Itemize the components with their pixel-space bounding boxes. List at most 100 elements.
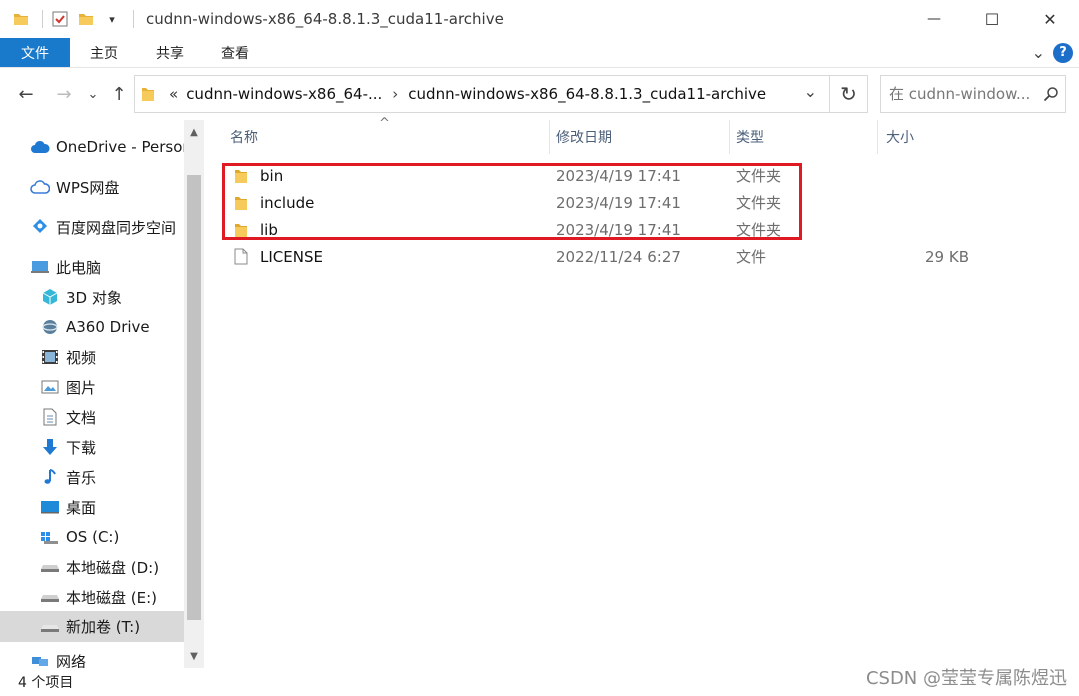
minimize-icon: — xyxy=(927,11,941,27)
breadcrumb: « cudnn-windows-x86_64-... › cudnn-windo… xyxy=(159,85,766,103)
back-button[interactable]: ← xyxy=(14,82,38,106)
folder-icon xyxy=(234,167,252,185)
folder-icon xyxy=(234,194,252,212)
close-button[interactable]: ✕ xyxy=(1021,0,1079,38)
desktop-icon xyxy=(40,497,60,517)
title-bar: ▾ cudnn-windows-x86_64-8.8.1.3_cuda11-ar… xyxy=(0,0,1079,38)
tab-home[interactable]: 主页 xyxy=(71,38,137,67)
customize-toolbar-icon[interactable]: ▾ xyxy=(101,8,123,30)
video-icon xyxy=(40,347,60,367)
file-date: 2023/4/19 17:41 xyxy=(556,220,681,239)
nav-item-onedrive[interactable]: OneDrive - Person xyxy=(0,132,192,162)
search-box[interactable] xyxy=(880,75,1066,113)
tab-share[interactable]: 共享 xyxy=(138,38,202,67)
column-header-type[interactable]: 类型 xyxy=(736,120,876,154)
nav-item-label: 百度网盘同步空间 xyxy=(56,218,177,237)
network-icon xyxy=(30,651,50,668)
file-name-cell: bin xyxy=(234,162,283,189)
nav-item-wps-cloud[interactable]: WPS网盘 xyxy=(0,172,184,202)
address-bar[interactable]: « cudnn-windows-x86_64-... › cudnn-windo… xyxy=(134,75,830,113)
breadcrumb-item-parent[interactable]: cudnn-windows-x86_64-... xyxy=(186,85,382,103)
ribbon-tabs: 文件 主页 共享 查看 ⌄ ? xyxy=(0,38,1079,68)
file-size: 29 KB xyxy=(925,247,969,266)
new-folder-icon[interactable] xyxy=(75,8,97,30)
nav-item-drive-t[interactable]: 新加卷 (T:) xyxy=(0,611,184,642)
nav-item-label: WPS网盘 xyxy=(56,178,120,197)
nav-item-label: 桌面 xyxy=(66,498,97,517)
column-header-date[interactable]: 修改日期 xyxy=(556,120,726,154)
file-size xyxy=(886,189,969,216)
scroll-up-button[interactable]: ▲ xyxy=(184,122,204,142)
navigation-scrollbar[interactable]: ▲ ▼ xyxy=(184,120,204,668)
nav-item-3d-objects[interactable]: 3D 对象 xyxy=(0,282,184,312)
item-count: 4 个项目 xyxy=(18,675,74,691)
nav-item-label: 此电脑 xyxy=(56,258,102,277)
window-controls: — ☐ ✕ xyxy=(905,0,1079,38)
up-arrow-icon: ↑ xyxy=(111,83,127,105)
column-divider[interactable] xyxy=(549,120,550,154)
nav-item-videos[interactable]: 视频 xyxy=(0,342,184,372)
up-button[interactable]: ↑ xyxy=(108,82,130,106)
nav-item-label: 音乐 xyxy=(66,468,97,487)
nav-item-a360-drive[interactable]: A360 Drive xyxy=(0,312,184,342)
file-type: 文件夹 xyxy=(736,167,782,185)
search-icon[interactable] xyxy=(1043,86,1059,102)
file-row[interactable]: LICENSE 2022/11/24 6:27 文件 29 KB xyxy=(226,243,986,270)
address-dropdown-button[interactable]: ⌄ xyxy=(804,82,817,101)
nav-item-this-pc[interactable]: 此电脑 xyxy=(0,252,184,282)
refresh-button[interactable]: ↻ xyxy=(830,75,868,113)
chevron-down-icon: ⌄ xyxy=(87,86,99,102)
toolbar-divider xyxy=(42,10,43,28)
refresh-icon: ↻ xyxy=(840,82,857,106)
breadcrumb-separator-icon[interactable]: › xyxy=(392,85,398,103)
nav-item-baidu-sync[interactable]: 百度网盘同步空间 xyxy=(0,212,184,242)
nav-item-drive-e[interactable]: 本地磁盘 (E:) xyxy=(0,582,184,612)
chevron-up-icon: ▲ xyxy=(190,126,198,138)
nav-item-network[interactable]: 网络 xyxy=(0,650,184,668)
scrollbar-thumb[interactable] xyxy=(187,175,201,620)
file-name: include xyxy=(260,193,315,212)
column-divider[interactable] xyxy=(729,120,730,154)
tab-view[interactable]: 查看 xyxy=(203,38,267,67)
recent-locations-button[interactable]: ⌄ xyxy=(84,82,102,106)
3d-objects-icon xyxy=(40,287,60,307)
nav-item-drive-c[interactable]: OS (C:) xyxy=(0,522,184,552)
column-divider[interactable] xyxy=(877,120,878,154)
file-row[interactable]: bin 2023/4/19 17:41 文件夹 xyxy=(226,162,986,189)
column-header-name[interactable]: 名称 xyxy=(230,120,550,154)
window-title: cudnn-windows-x86_64-8.8.1.3_cuda11-arch… xyxy=(146,10,504,28)
expand-ribbon-icon[interactable]: ⌄ xyxy=(1032,43,1045,62)
nav-item-documents[interactable]: 文档 xyxy=(0,402,184,432)
properties-icon[interactable] xyxy=(49,8,71,30)
file-row[interactable]: lib 2023/4/19 17:41 文件夹 xyxy=(226,216,986,243)
maximize-button[interactable]: ☐ xyxy=(963,0,1021,38)
nav-item-music[interactable]: 音乐 xyxy=(0,462,184,492)
file-row[interactable]: include 2023/4/19 17:41 文件夹 xyxy=(226,189,986,216)
wps-cloud-icon xyxy=(30,177,50,197)
column-header-size[interactable]: 大小 xyxy=(886,120,986,154)
forward-button[interactable]: → xyxy=(52,82,76,106)
forward-arrow-icon: → xyxy=(56,83,72,105)
download-icon xyxy=(40,437,60,457)
documents-icon xyxy=(40,407,60,427)
pc-icon xyxy=(30,257,50,277)
nav-item-desktop[interactable]: 桌面 xyxy=(0,492,184,522)
file-size xyxy=(886,162,969,189)
scroll-down-button[interactable]: ▼ xyxy=(184,646,204,666)
help-icon[interactable]: ? xyxy=(1053,42,1073,63)
tab-file[interactable]: 文件 xyxy=(0,38,70,67)
nav-item-label: 图片 xyxy=(66,378,97,397)
search-input[interactable] xyxy=(889,85,1039,103)
nav-item-drive-d[interactable]: 本地磁盘 (D:) xyxy=(0,552,184,582)
nav-item-downloads[interactable]: 下载 xyxy=(0,432,184,462)
pictures-icon xyxy=(40,377,60,397)
close-icon: ✕ xyxy=(1043,9,1057,29)
file-name-cell: include xyxy=(234,189,314,216)
file-size xyxy=(886,216,969,243)
file-name: bin xyxy=(260,166,284,185)
breadcrumb-item-current[interactable]: cudnn-windows-x86_64-8.8.1.3_cuda11-arch… xyxy=(408,85,766,103)
minimize-button[interactable]: — xyxy=(905,0,963,38)
breadcrumb-overflow-button[interactable]: « xyxy=(169,85,178,103)
folder-icon xyxy=(141,85,159,103)
nav-item-pictures[interactable]: 图片 xyxy=(0,372,184,402)
